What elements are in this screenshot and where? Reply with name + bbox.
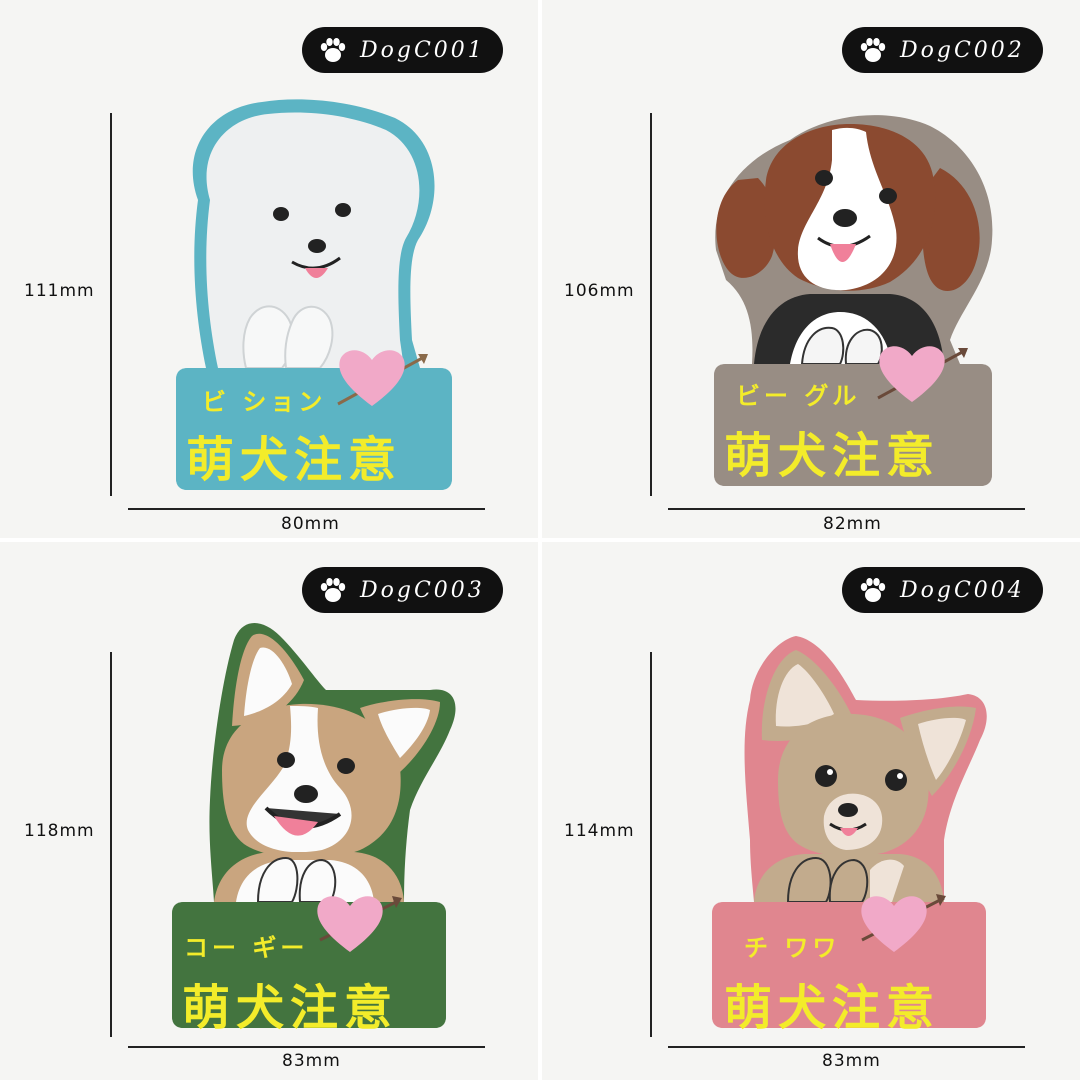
- product-card-chihuahua[interactable]: DogC004 114mm 83mm チ ワワ 萌犬注意: [540, 540, 1080, 1080]
- breed-label: コー ギー: [184, 934, 309, 962]
- warning-text: 萌犬注意: [186, 432, 403, 488]
- product-card-beagle[interactable]: DogC002 106mm 82mm ビー グル 萌犬注意: [540, 0, 1080, 540]
- warning-text: 萌犬注意: [182, 980, 399, 1036]
- breed-label: ビー グル: [736, 382, 861, 410]
- breed-label: ビ ション: [202, 388, 327, 416]
- warning-text: 萌犬注意: [724, 428, 941, 484]
- product-card-corgi[interactable]: DogC003 118mm 83mm コー ギー 萌犬注意: [0, 540, 540, 1080]
- warning-text: 萌犬注意: [724, 980, 941, 1036]
- breed-label: チ ワワ: [744, 934, 841, 962]
- product-card-bichon[interactable]: DogC001 111mm 80mm ビ ション 萌犬注意: [0, 0, 540, 540]
